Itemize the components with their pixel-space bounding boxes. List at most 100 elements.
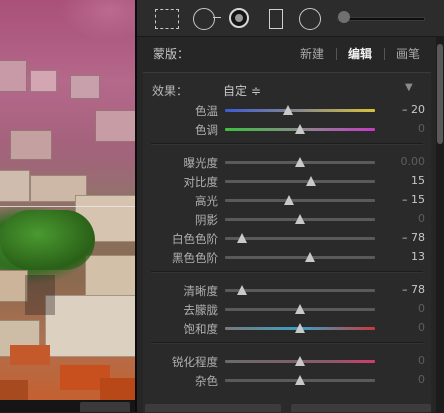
slider-row: 高光 – 15: [143, 191, 431, 210]
slider-value[interactable]: 0: [385, 373, 425, 386]
slider-thumb[interactable]: [236, 233, 247, 243]
bottom-buttons: [143, 404, 431, 412]
slider-value[interactable]: 0: [385, 302, 425, 315]
building: [10, 130, 52, 160]
red-roof: [100, 378, 135, 400]
slider-track[interactable]: [225, 233, 375, 243]
collapse-arrow-icon[interactable]: ▼: [405, 82, 413, 93]
slider-track[interactable]: [225, 252, 375, 262]
group-divider: [151, 143, 423, 145]
slider-label: 高光: [195, 194, 218, 208]
close-button[interactable]: [291, 404, 431, 412]
slider-track[interactable]: [225, 195, 375, 205]
rect-frame-icon[interactable]: [269, 9, 283, 29]
slider-label: 清晰度: [183, 284, 219, 298]
toolbar-button[interactable]: [80, 402, 130, 412]
effect-preset-dropdown[interactable]: 自定 ≑: [223, 82, 261, 99]
slider-value[interactable]: 15: [385, 174, 425, 187]
slider-value[interactable]: – 15: [385, 193, 425, 206]
effect-controls: 效果： 自定 ≑ ▼ 色温 – 20 色调 0 曝光度 0.00 对比度 15 高光 – 15 阴影…: [143, 72, 431, 413]
red-roof: [10, 345, 50, 365]
slider-thumb[interactable]: [236, 285, 247, 295]
slider-row: 白色色阶 – 78: [143, 229, 431, 248]
size-slider-track[interactable]: [337, 17, 425, 21]
radial-filter-arrow-icon: [213, 17, 221, 18]
slider-value[interactable]: 0: [385, 321, 425, 334]
slider-value[interactable]: – 78: [385, 231, 425, 244]
slider-thumb[interactable]: [295, 124, 305, 134]
slider-label: 饱和度: [183, 322, 219, 336]
park-trees: [0, 210, 95, 270]
graduated-filter-icon[interactable]: [155, 9, 179, 29]
slider-track[interactable]: [225, 214, 375, 224]
mask-brush-button[interactable]: 画笔: [396, 45, 420, 62]
slider-track[interactable]: [225, 323, 375, 333]
building: [0, 60, 27, 92]
mask-ring-icon[interactable]: [229, 8, 249, 28]
mask-row: 蒙版： 新建 编辑 画笔: [137, 36, 437, 68]
slider-row: 饱和度 0: [143, 319, 431, 338]
slider-row: 色温 – 20: [143, 101, 431, 120]
slider-value[interactable]: 0.00: [385, 155, 426, 168]
slider-track[interactable]: [225, 285, 375, 295]
slider-track[interactable]: [225, 356, 375, 366]
slider-thumb[interactable]: [295, 304, 305, 314]
slider-thumb[interactable]: [283, 195, 294, 205]
slider-track[interactable]: [225, 105, 375, 115]
photo-preview[interactable]: [0, 0, 135, 400]
slider-track[interactable]: [225, 375, 375, 385]
slider-label: 曝光度: [183, 156, 219, 170]
slider-label: 色温: [195, 104, 218, 118]
building: [0, 170, 30, 202]
building: [85, 255, 135, 297]
slider-label: 色调: [195, 123, 218, 137]
divider: [384, 48, 385, 60]
slider-row: 清晰度 – 78: [143, 281, 431, 300]
slider-value[interactable]: – 20: [385, 103, 425, 116]
slider-value[interactable]: 0: [385, 212, 425, 225]
building: [45, 295, 135, 357]
effect-label: 效果：: [152, 84, 189, 98]
size-slider-thumb[interactable]: [338, 11, 350, 23]
slider-value[interactable]: 0: [385, 122, 425, 135]
street-shadow: [25, 275, 55, 315]
slider-thumb[interactable]: [304, 252, 315, 262]
slider-row: 阴影 0: [143, 210, 431, 229]
slider-thumb[interactable]: [295, 214, 305, 224]
group-divider: [151, 271, 423, 273]
radial-filter-icon[interactable]: [193, 8, 215, 30]
slider-value[interactable]: 0: [385, 354, 425, 367]
slider-track[interactable]: [225, 176, 375, 186]
slider-thumb[interactable]: [295, 323, 305, 333]
slider-thumb[interactable]: [283, 105, 293, 115]
slider-thumb[interactable]: [295, 157, 305, 167]
building: [30, 70, 57, 92]
graduated-filter-line[interactable]: [0, 206, 135, 207]
slider-thumb[interactable]: [295, 356, 305, 366]
slider-label: 阴影: [195, 213, 218, 227]
slider-row: 杂色 0: [143, 371, 431, 390]
slider-label: 杂色: [195, 374, 218, 388]
slider-row: 对比度 15: [143, 172, 431, 191]
slider-track[interactable]: [225, 157, 375, 167]
scrollbar-thumb[interactable]: [437, 44, 443, 144]
slider-value[interactable]: – 78: [385, 283, 425, 296]
slider-thumb[interactable]: [306, 176, 317, 186]
slider-row: 色调 0: [143, 120, 431, 139]
mask-new-button[interactable]: 新建: [300, 45, 324, 62]
building: [95, 110, 135, 142]
slider-track[interactable]: [225, 124, 375, 134]
red-roof: [0, 380, 28, 400]
circle-icon[interactable]: [299, 8, 321, 30]
slider-label: 锐化程度: [172, 355, 218, 369]
group-divider: [151, 342, 423, 344]
adjustment-panel: 蒙版： 新建 编辑 画笔 效果： 自定 ≑ ▼ 色温 – 20 色调 0 曝光度 0.00…: [135, 0, 444, 413]
tool-strip: [137, 0, 444, 37]
mask-edit-button[interactable]: 编辑: [348, 45, 372, 62]
slider-label: 去朦胧: [183, 303, 219, 317]
slider-thumb[interactable]: [295, 375, 305, 385]
reset-button[interactable]: [145, 404, 281, 412]
slider-row: 去朦胧 0: [143, 300, 431, 319]
slider-value[interactable]: 13: [385, 250, 425, 263]
slider-track[interactable]: [225, 304, 375, 314]
